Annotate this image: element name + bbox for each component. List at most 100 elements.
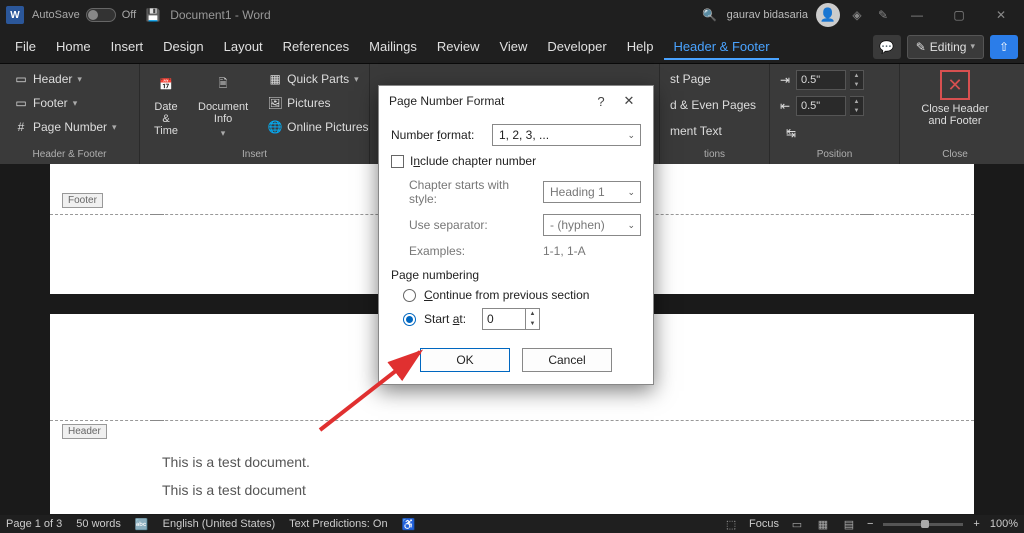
- autosave-control[interactable]: AutoSave Off: [32, 8, 136, 22]
- focus-icon[interactable]: ⬚: [723, 517, 739, 531]
- online-pictures-icon: 🌐: [268, 120, 282, 134]
- user-name: gaurav bidasaria: [727, 9, 808, 21]
- dialog-close-button[interactable]: ✕: [615, 86, 643, 116]
- status-predictions[interactable]: Text Predictions: On: [289, 518, 387, 530]
- document-info-button[interactable]: 🗎Document Info▾: [194, 68, 252, 141]
- page-number-format-dialog: Page Number Format ? ✕ Number format: 1,…: [378, 85, 654, 385]
- status-focus[interactable]: Focus: [749, 518, 779, 530]
- user-avatar[interactable]: 👤: [816, 3, 840, 27]
- close-window-button[interactable]: ✕: [984, 3, 1018, 27]
- brush-icon[interactable]: ✎: [874, 6, 892, 24]
- insert-alignment-tab[interactable]: ↹: [778, 122, 891, 144]
- zoom-out[interactable]: −: [867, 518, 873, 530]
- editing-mode-button[interactable]: ✎ Editing ▾: [907, 35, 984, 59]
- status-language[interactable]: English (United States): [163, 518, 276, 530]
- header-top-position[interactable]: ⇥ ▲▼: [778, 70, 891, 90]
- use-separator-label: Use separator:: [409, 218, 537, 232]
- footer-bottom-input[interactable]: [796, 96, 846, 116]
- tab-icon: ↹: [784, 126, 798, 140]
- print-layout-icon[interactable]: ▦: [815, 517, 831, 531]
- autosave-toggle[interactable]: [86, 8, 116, 22]
- minimize-button[interactable]: —: [900, 3, 934, 27]
- cancel-button[interactable]: Cancel: [522, 348, 612, 372]
- save-icon[interactable]: 💾: [144, 6, 162, 24]
- zoom-in[interactable]: +: [973, 518, 979, 530]
- footer-icon: ▭: [14, 96, 28, 110]
- group-label: tions: [660, 149, 769, 160]
- examples-value: 1-1, 1-A: [543, 244, 586, 258]
- web-layout-icon[interactable]: ▤: [841, 517, 857, 531]
- group-label: Header & Footer: [0, 149, 139, 160]
- show-doc-text-check[interactable]: ment Text: [664, 120, 761, 142]
- start-at-input[interactable]: [483, 312, 525, 326]
- quick-parts-icon: ▦: [268, 72, 282, 86]
- tab-help[interactable]: Help: [618, 33, 663, 60]
- number-format-label: Number format:: [391, 128, 486, 142]
- autosave-state: Off: [122, 9, 136, 21]
- dialog-help-button[interactable]: ?: [587, 86, 615, 116]
- pos-top-icon: ⇥: [778, 73, 792, 87]
- tab-view[interactable]: View: [490, 33, 536, 60]
- diff-odd-even-check[interactable]: d & Even Pages: [664, 94, 761, 116]
- include-chapter-checkbox[interactable]: [391, 155, 404, 168]
- date-time-button[interactable]: 📅Date & Time: [148, 68, 184, 139]
- tab-file[interactable]: File: [6, 33, 45, 60]
- tab-mailings[interactable]: Mailings: [360, 33, 426, 60]
- footer-bottom-position[interactable]: ⇤ ▲▼: [778, 96, 891, 116]
- group-label: Insert: [140, 149, 369, 160]
- start-at-input-wrap[interactable]: ▲▼: [482, 308, 540, 330]
- diamond-icon[interactable]: ◈: [848, 6, 866, 24]
- chevron-down-icon: ▾: [970, 41, 975, 52]
- page-numbering-header: Page numbering: [391, 268, 641, 282]
- page-number-button[interactable]: #Page Number▾: [8, 116, 131, 138]
- header-button[interactable]: ▭Header▾: [8, 68, 131, 90]
- diff-first-page-check[interactable]: st Page: [664, 68, 761, 90]
- pictures-button[interactable]: 🖼Pictures: [262, 92, 374, 114]
- footer-tag: Footer: [62, 193, 103, 208]
- online-pictures-button[interactable]: 🌐Online Pictures: [262, 116, 374, 138]
- ok-button[interactable]: OK: [420, 348, 510, 372]
- status-accessibility-icon[interactable]: ♿: [402, 518, 416, 531]
- share-button[interactable]: ⇧: [990, 35, 1018, 59]
- tab-review[interactable]: Review: [428, 33, 489, 60]
- spinner[interactable]: ▲▼: [850, 96, 864, 116]
- start-at-spinner[interactable]: ▲▼: [525, 309, 539, 329]
- continue-radio[interactable]: [403, 289, 416, 302]
- read-mode-icon[interactable]: ▭: [789, 517, 805, 531]
- tab-layout[interactable]: Layout: [215, 33, 272, 60]
- tab-insert[interactable]: Insert: [102, 33, 153, 60]
- zoom-slider[interactable]: [883, 523, 963, 526]
- footer-button[interactable]: ▭Footer▾: [8, 92, 131, 114]
- quick-parts-button[interactable]: ▦Quick Parts▾: [262, 68, 374, 90]
- ribbon-tabs: File Home Insert Design Layout Reference…: [0, 30, 1024, 64]
- status-words[interactable]: 50 words: [76, 518, 121, 530]
- title-bar: W AutoSave Off 💾 Document1 - Word 🔍 gaur…: [0, 0, 1024, 30]
- tab-home[interactable]: Home: [47, 33, 100, 60]
- maximize-button[interactable]: ▢: [942, 3, 976, 27]
- group-label: Position: [770, 149, 899, 160]
- tab-developer[interactable]: Developer: [538, 33, 615, 60]
- include-chapter-label: Include chapter number: [410, 154, 536, 168]
- doc-text-line: This is a test document.: [162, 454, 310, 470]
- tab-header-footer[interactable]: Header & Footer: [664, 33, 778, 60]
- chapter-style-select: Heading 1⌄: [543, 181, 641, 203]
- search-icon[interactable]: 🔍: [701, 6, 719, 24]
- document-title: Document1 - Word: [170, 8, 270, 22]
- start-at-radio[interactable]: [403, 313, 416, 326]
- status-bar: Page 1 of 3 50 words 🔤 English (United S…: [0, 515, 1024, 533]
- status-proofing-icon[interactable]: 🔤: [135, 518, 149, 531]
- header-icon: ▭: [14, 72, 28, 86]
- number-format-select[interactable]: 1, 2, 3, ...⌄: [492, 124, 641, 146]
- tab-design[interactable]: Design: [154, 33, 212, 60]
- status-page[interactable]: Page 1 of 3: [6, 518, 62, 530]
- header-tag: Header: [62, 424, 107, 439]
- header-boundary: [50, 420, 974, 421]
- zoom-level[interactable]: 100%: [990, 518, 1018, 530]
- close-x-icon: ✕: [940, 70, 970, 100]
- spinner[interactable]: ▲▼: [850, 70, 864, 90]
- header-top-input[interactable]: [796, 70, 846, 90]
- tab-references[interactable]: References: [274, 33, 358, 60]
- comments-button[interactable]: 💬: [873, 35, 901, 59]
- close-header-footer-button[interactable]: ✕ Close Header and Footer: [917, 68, 992, 129]
- pos-bottom-icon: ⇤: [778, 99, 792, 113]
